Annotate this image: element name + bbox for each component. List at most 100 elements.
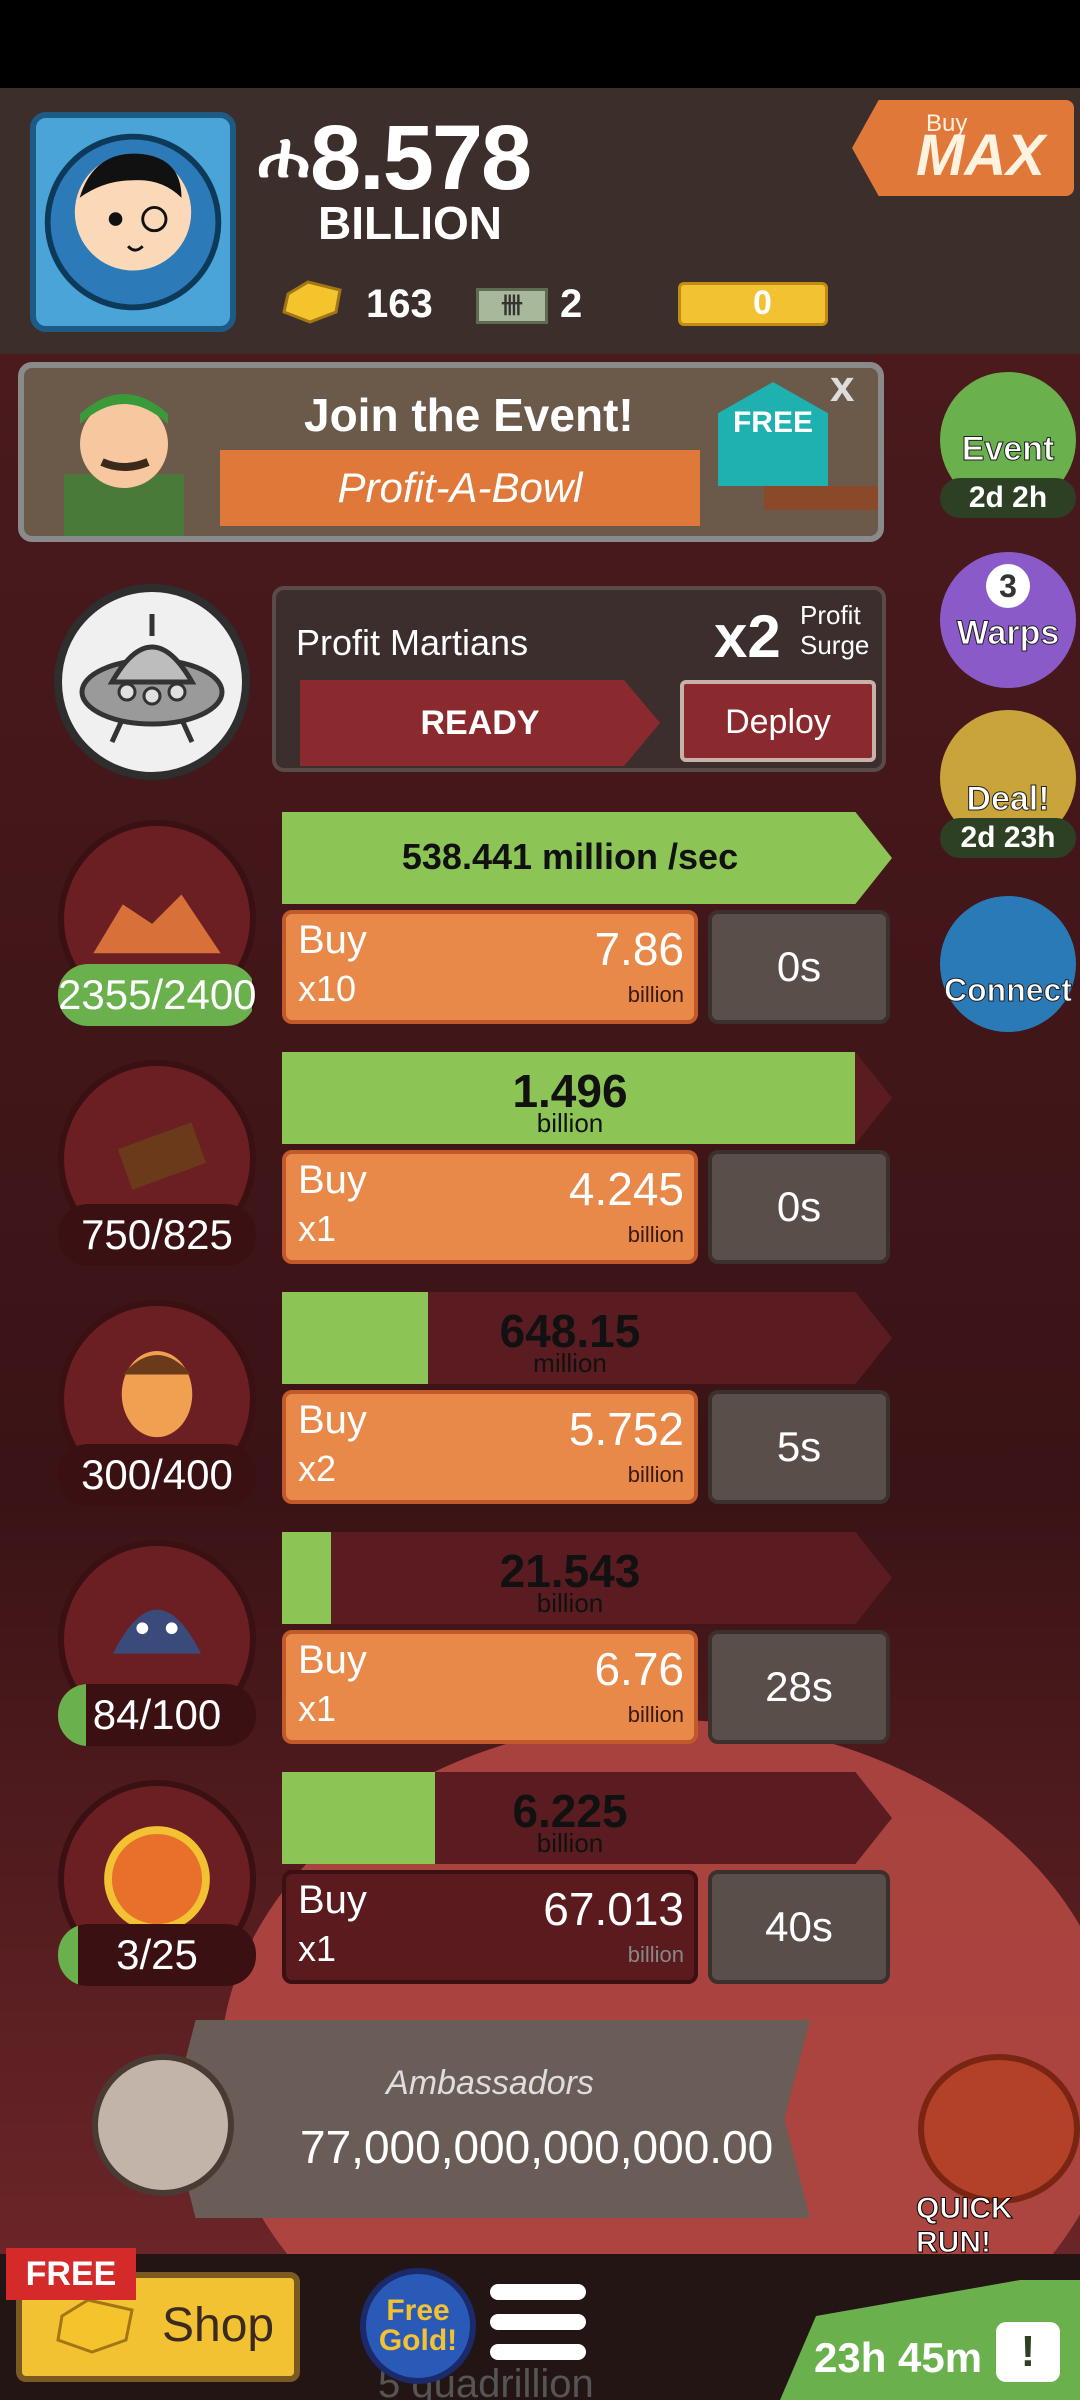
connect-button[interactable]: Connect [940,896,1076,1032]
timer-button[interactable]: 5s [708,1390,890,1504]
close-icon[interactable]: x [830,362,854,412]
ambassadors-card[interactable]: Ambassadors 77,000,000,000,000.00 [170,2020,810,2218]
profit-multiplier: x2 [714,603,781,670]
player-avatar[interactable] [30,112,236,332]
gold-icon [282,280,342,324]
manager-avatar[interactable] [54,584,250,780]
business-count-fill [58,1684,86,1746]
business-count: 300/400 [58,1444,256,1506]
business-count: 2355/2400 [58,964,256,1026]
event-timer: 2d 2h [940,478,1076,518]
connect-label: Connect [944,972,1073,1009]
production-bar: 1.496 billion [282,1052,892,1144]
buy-price-unit: billion [627,1702,684,1727]
free-gold-button[interactable]: Free Gold! [360,2268,476,2384]
timer-text: 23h 45m [814,2334,983,2381]
buy-quantity: x1 [298,1928,337,1969]
buy-price: 5.752 [568,1403,684,1455]
business-count: 750/825 [58,1204,256,1266]
business-count: 84/100 [58,1684,256,1746]
deal-timer: 2d 23h [940,818,1076,858]
buy-price: 4.245 [568,1163,684,1215]
manager-panel: Profit Martians x2 Profit Surge READY De… [272,586,886,772]
ufo-icon [79,614,225,744]
buy-button[interactable]: Buy x1 6.76 billion [282,1630,698,1744]
timer-button[interactable]: 40s [708,1870,890,1984]
production-bar: 6.225 billion [282,1772,892,1864]
ready-button[interactable]: READY [300,680,660,766]
buy-max-big-label: MAX [916,123,1045,188]
buy-price-unit: billion [627,982,684,1007]
production-bar: 538.441 million /sec [282,812,892,904]
status-bar [0,0,1080,88]
production-bar: 21.543 billion [282,1532,892,1624]
buy-button[interactable]: Buy x1 67.013 billion [282,1870,698,1984]
timer-button[interactable]: 0s [708,910,890,1024]
buy-price-unit: billion [627,1222,684,1247]
buy-label: Buy [298,1398,367,1442]
megabucks-count: 2 [560,282,583,326]
quick-run-button[interactable] [918,2054,1080,2204]
alert-icon[interactable]: ! [996,2322,1060,2382]
buy-price: 67.013 [543,1883,684,1935]
free-gold-label-2: Gold! [378,2324,458,2357]
event-side-label: Event [961,430,1055,469]
manager-name: Profit Martians [296,622,529,663]
buy-button[interactable]: Buy x10 7.86 billion [282,910,698,1024]
timer-button[interactable]: 0s [708,1150,890,1264]
gold-icon [56,2298,134,2354]
ambassadors-title: Ambassadors [386,2064,594,2102]
business-count: 3/25 [58,1924,256,1986]
buy-button[interactable]: Buy x2 5.752 billion [282,1390,698,1504]
production-unit: million [533,1348,607,1378]
profit-surge-label: Profit Surge [800,600,869,660]
event-name: Profit-A-Bowl [220,450,700,526]
menu-icon[interactable] [490,2284,586,2374]
quick-run-label: QUICK RUN! [916,2192,1014,2260]
deal-button[interactable]: Deal! 2d 23h [940,710,1076,858]
buy-label: Buy [298,918,367,962]
cash-unit: BILLION [318,197,502,249]
buy-price-unit: billion [627,1942,684,1967]
buy-button[interactable]: Buy x1 4.245 billion [282,1150,698,1264]
business-count-label: 3/25 [116,1931,198,1978]
deploy-button[interactable]: Deploy [680,680,876,762]
ambassadors-value: 77,000,000,000,000.00 [300,2121,774,2173]
surge-label: Surge [800,630,870,660]
buy-quantity: x1 [298,1208,337,1249]
warps-label: Warps [956,614,1060,653]
ambassador-avatar [92,2054,234,2196]
production-bar: 648.15 million [282,1292,892,1384]
event-host-icon [64,394,184,536]
buy-max-button[interactable]: Buy MAX [852,100,1074,196]
production-rate: 538.441 million /sec [401,836,739,877]
warps-count: 3 [986,564,1030,608]
business-count-label: 300/400 [81,1451,233,1498]
buy-quantity: x10 [298,968,357,1009]
megabuck-icon: 卌 [476,288,548,324]
buy-label: Buy [298,1878,367,1922]
buy-price: 7.86 [594,923,684,975]
buy-label: Buy [298,1638,367,1682]
event-banner[interactable]: Join the Event! Profit-A-Bowl FREE [18,362,884,542]
business-count-label: 2355/2400 [58,971,256,1018]
buy-price-unit: billion [627,1462,684,1487]
production-unit: billion [536,1108,604,1138]
free-gold-badge: FREE [718,382,828,486]
deal-label: Deal! [966,780,1050,819]
production-unit: billion [536,1828,604,1858]
ticket-count: 0 [678,282,828,326]
business-count-fill [58,1924,78,1986]
production-unit: billion [536,1588,604,1618]
warps-button[interactable]: 3 Warps [940,552,1076,688]
free-ribbon: FREE [6,2248,136,2300]
buy-label: Buy [298,1158,367,1202]
cash-symbol: ሐ [258,119,310,191]
buy-quantity: x2 [298,1448,337,1489]
event-title: Join the Event! [304,389,634,441]
event-side-button[interactable]: Event 2d 2h [940,372,1076,518]
free-gold-label-1: Free [386,2294,450,2327]
timer-button[interactable]: 28s [708,1630,890,1744]
buy-quantity: x1 [298,1688,337,1729]
gold-count: 163 [366,282,433,326]
